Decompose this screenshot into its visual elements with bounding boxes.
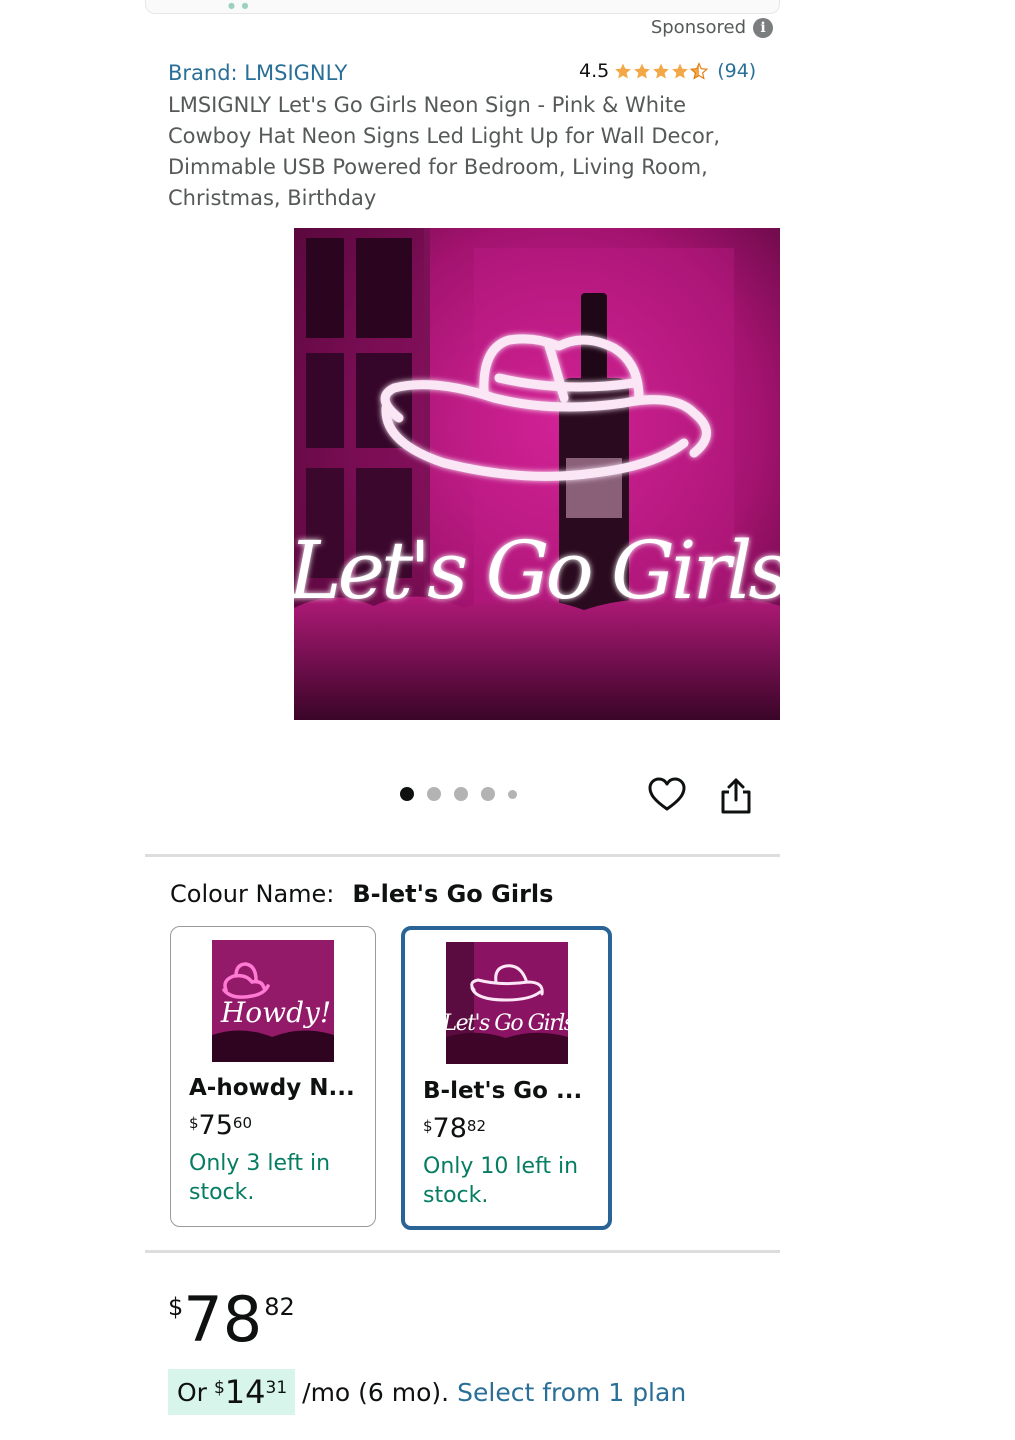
strip-decoration: ● ●	[228, 1, 251, 10]
price-symbol: $	[423, 1117, 433, 1135]
rating-value: 4.5	[579, 60, 610, 82]
installment-terms: /mo (6 mo).	[302, 1377, 450, 1407]
product-price: $ 78 82	[168, 1287, 295, 1353]
installment-fraction: 31	[265, 1378, 288, 1398]
carousel-dot[interactable]	[481, 787, 495, 801]
star-icon	[634, 63, 651, 79]
thumb-text: Howdy!	[220, 996, 331, 1029]
sponsored-label[interactable]: Sponsored i	[651, 17, 773, 38]
colour-option-lets-go-girls[interactable]: Let's Go Girls B-let's Go ... $ 78 82 On…	[401, 926, 612, 1230]
installment-symbol: $	[213, 1378, 225, 1398]
sponsored-text: Sponsored	[650, 17, 746, 38]
colour-selection-header: Colour Name: B-let's Go Girls	[170, 880, 553, 908]
carousel-dot[interactable]	[427, 787, 441, 801]
option-name: B-let's Go ...	[423, 1078, 583, 1104]
price-fraction: 82	[264, 1293, 295, 1321]
option-price: $ 78 82	[423, 1114, 486, 1144]
installment-offer: Or $ 14 31 /mo (6 mo). Select from 1 pla…	[168, 1369, 686, 1415]
option-price: $ 75 60	[189, 1111, 252, 1141]
half-star-icon	[690, 62, 709, 80]
section-divider	[145, 854, 780, 857]
previous-card-strip: ● ●	[145, 0, 780, 14]
carousel-dot-active[interactable]	[400, 787, 414, 801]
carousel-dot[interactable]	[454, 787, 468, 801]
price-fraction: 82	[466, 1117, 486, 1135]
share-icon	[721, 778, 751, 814]
neon-sign-photo: Let's Go Girls	[294, 228, 780, 720]
thumb-text: Let's Go Girls	[446, 1011, 568, 1036]
price-symbol: $	[168, 1293, 184, 1321]
price-symbol: $	[189, 1114, 199, 1132]
sign-text: Let's Go Girls	[294, 524, 780, 617]
star-icon	[653, 63, 670, 79]
colour-selected-value: B-let's Go Girls	[352, 880, 554, 908]
brand-link[interactable]: Brand: LMSIGNLY	[168, 61, 347, 85]
installment-whole: 14	[224, 1373, 266, 1411]
share-button[interactable]	[718, 776, 754, 816]
option-stock-status: Only 10 left in stock.	[423, 1154, 579, 1208]
option-thumbnail: Howdy!	[212, 940, 334, 1062]
option-name: A-howdy N...	[189, 1075, 355, 1101]
installment-amount-badge: Or $ 14 31	[168, 1369, 296, 1415]
star-icon	[672, 63, 689, 79]
price-fraction: 60	[232, 1114, 252, 1132]
price-whole: 78	[183, 1283, 263, 1356]
carousel-dot[interactable]	[508, 789, 517, 799]
rating-summary[interactable]: 4.5 (94)	[579, 60, 756, 82]
star-icon	[615, 63, 632, 79]
rating-count[interactable]: (94)	[717, 60, 756, 82]
select-plan-link[interactable]: Select from 1 plan	[457, 1378, 686, 1407]
colour-option-howdy[interactable]: Howdy! A-howdy N... $ 75 60 Only 3 left …	[170, 926, 376, 1227]
rating-stars	[614, 62, 709, 80]
product-image[interactable]: Let's Go Girls	[294, 228, 780, 720]
price-whole: 75	[198, 1110, 233, 1141]
heart-icon	[648, 777, 686, 811]
product-title[interactable]: LMSIGNLY Let's Go Girls Neon Sign - Pink…	[168, 90, 768, 214]
section-divider	[145, 1250, 780, 1253]
image-carousel-indicator[interactable]	[400, 787, 517, 801]
option-stock-status: Only 3 left in stock.	[189, 1151, 331, 1205]
option-thumbnail: Let's Go Girls	[446, 942, 568, 1064]
info-icon[interactable]: i	[753, 17, 773, 38]
wishlist-button[interactable]	[648, 776, 686, 814]
colour-label: Colour Name:	[170, 880, 335, 908]
installment-prefix: Or	[177, 1377, 207, 1407]
price-whole: 78	[432, 1113, 467, 1144]
